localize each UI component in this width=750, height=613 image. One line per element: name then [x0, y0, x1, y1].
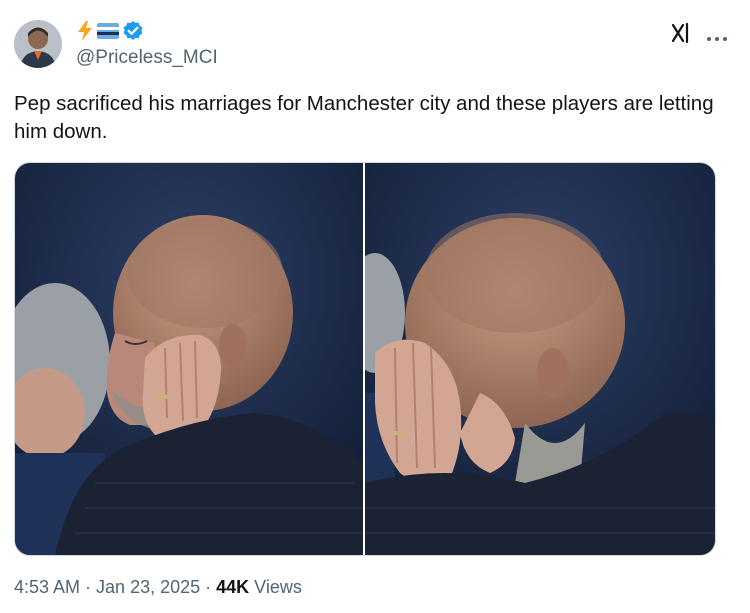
- author-avatar[interactable]: [14, 20, 62, 68]
- lightning-bolt-icon: [78, 21, 92, 41]
- tweet-time[interactable]: 4:53 AM: [14, 577, 80, 598]
- tweet-actions-top: [670, 22, 728, 50]
- author-display-name[interactable]: [76, 20, 144, 42]
- tweet: @Priceless_MCI Pep sacrificed his marria…: [0, 0, 750, 613]
- tweet-date[interactable]: Jan 23, 2025: [96, 577, 200, 598]
- flag-stripes-icon: [97, 23, 119, 39]
- author-handle[interactable]: @Priceless_MCI: [76, 47, 218, 69]
- tweet-photo-1[interactable]: [15, 163, 363, 555]
- meta-separator: ·: [205, 577, 212, 597]
- verified-badge-icon: [123, 21, 143, 40]
- tweet-text: Pep sacrificed his marriages for Manches…: [14, 92, 714, 143]
- tweet-photo-2[interactable]: [365, 163, 715, 555]
- more-options-icon[interactable]: [706, 26, 728, 46]
- views-count[interactable]: 44K: [216, 577, 249, 598]
- tweet-media[interactable]: [14, 162, 716, 556]
- meta-separator: ·: [85, 577, 92, 597]
- views-label[interactable]: Views: [254, 577, 302, 598]
- tweet-meta: 4:53 AM · Jan 23, 2025 · 44K Views: [14, 577, 302, 598]
- grok-icon[interactable]: [670, 22, 692, 50]
